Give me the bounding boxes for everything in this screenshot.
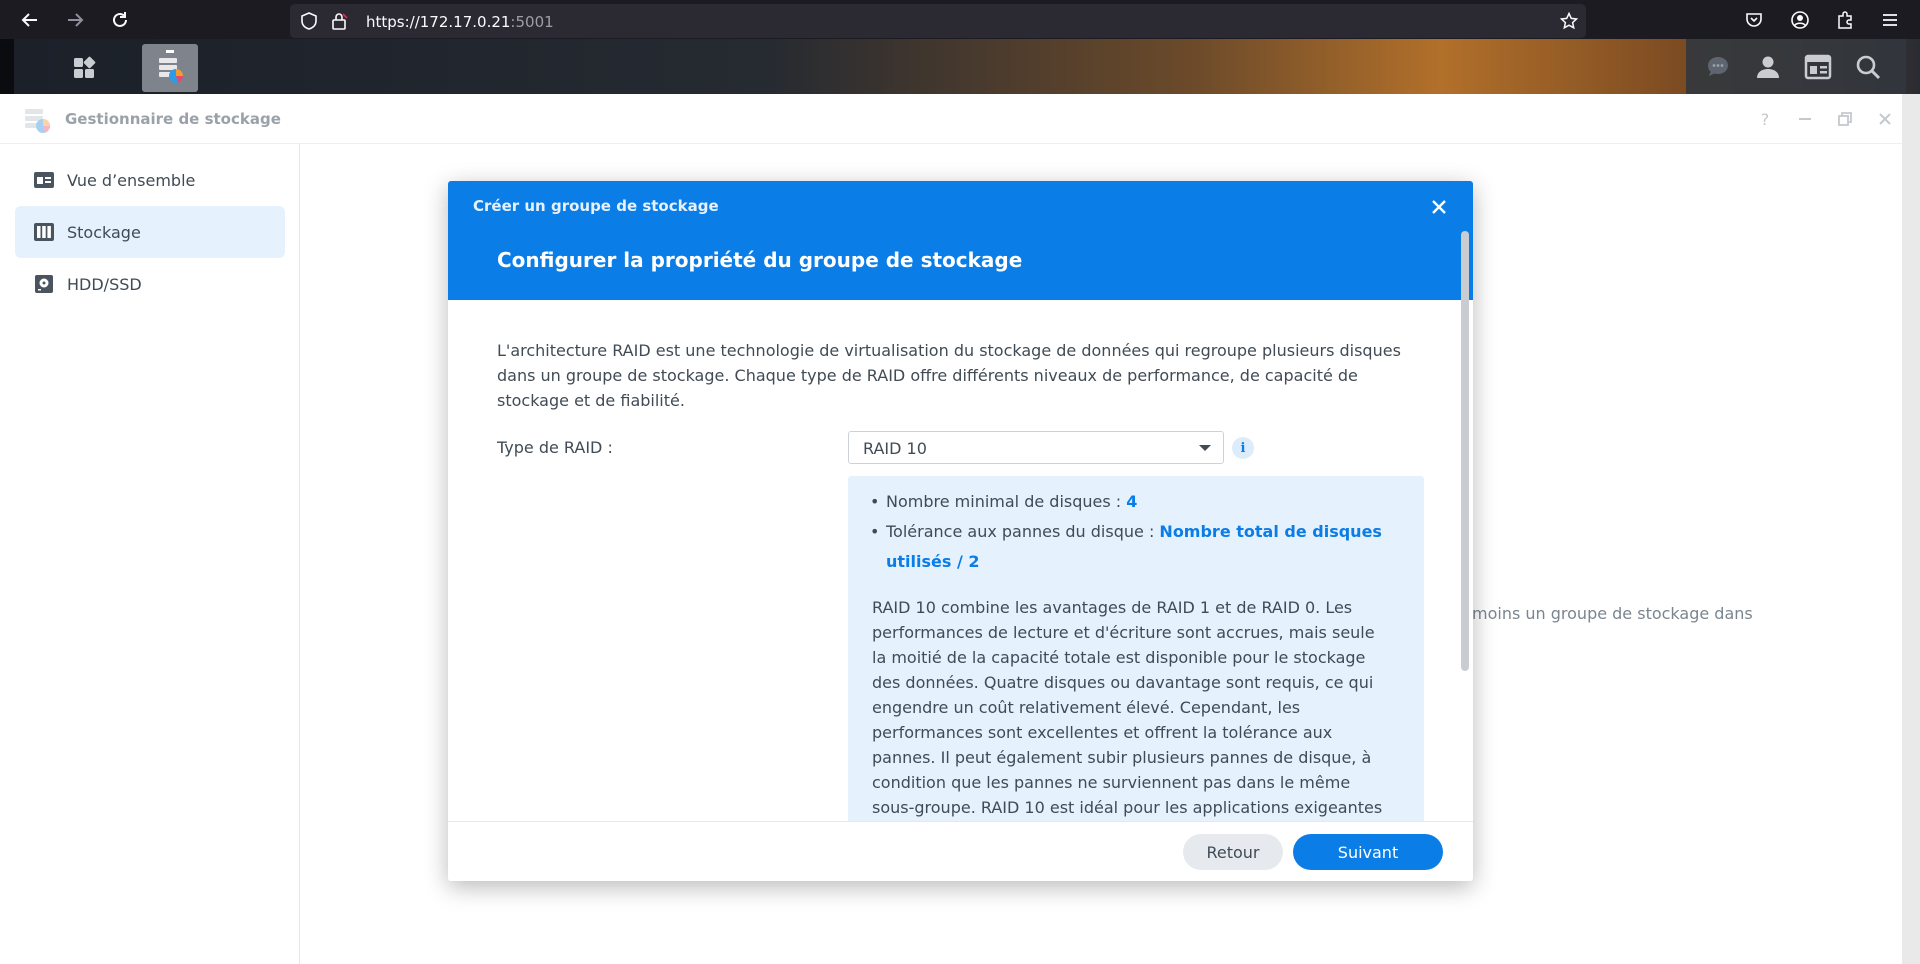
raid-type-select[interactable]: RAID 10	[848, 431, 1224, 464]
dialog-scrollbar[interactable]	[1461, 231, 1469, 671]
storage-manager-logo-icon	[22, 106, 54, 140]
min-disks-value: 4	[1126, 492, 1138, 511]
dialog-body: L'architecture RAID est une technologie …	[448, 300, 1473, 821]
raid-type-value: RAID 10	[863, 439, 927, 458]
taskbar-edge	[0, 39, 14, 94]
sidebar-item-label: Stockage	[67, 222, 141, 242]
intro-line: stockage et de fiabilité.	[497, 391, 685, 410]
dialog-footer: Retour Suivant	[448, 821, 1473, 881]
dialog-close-icon[interactable]	[1427, 195, 1451, 219]
desc-line: la moitié de la capacité totale est disp…	[872, 648, 1366, 667]
dialog-step-title: Configurer la propriété du groupe de sto…	[497, 248, 1023, 272]
info-icon[interactable]: i	[1232, 437, 1254, 459]
fault-tolerance-value-cont: utilisés / 2	[886, 552, 980, 571]
fault-tolerance-value: Nombre total de disques	[1159, 522, 1382, 541]
sidebar-item-label: HDD/SSD	[67, 274, 142, 294]
chat-icon[interactable]	[1698, 47, 1738, 87]
url-port: :5001	[510, 13, 554, 31]
shield-icon[interactable]	[300, 12, 318, 34]
dialog-header: Créer un groupe de stockage Configurer l…	[448, 181, 1473, 300]
restore-icon[interactable]	[1834, 108, 1856, 130]
intro-line: dans un groupe de stockage. Chaque type …	[497, 366, 1358, 385]
desc-line: sous-groupe. RAID 10 est idéal pour les …	[872, 798, 1383, 817]
account-icon[interactable]	[1786, 6, 1814, 34]
back-arrow-icon[interactable]	[16, 6, 44, 34]
sidebar: Vue d’ensemble Stockage HDD/SSD	[0, 144, 300, 964]
fault-tolerance-row: • Tolérance aux pannes du disque : Nombr…	[870, 517, 1382, 577]
bullet-icon: •	[870, 522, 880, 541]
pocket-icon[interactable]	[1740, 6, 1768, 34]
desc-line: performances de lecture et d'écriture so…	[872, 623, 1375, 642]
desc-line: performances sont excellentes et offrent…	[872, 723, 1333, 742]
intro-line: L'architecture RAID est une technologie …	[497, 341, 1401, 360]
desc-line: condition que les pannes ne surviennent …	[872, 773, 1351, 792]
disk-icon	[33, 273, 55, 295]
user-icon[interactable]	[1748, 47, 1788, 87]
raid-info-box: • Nombre minimal de disques : 4 • Toléra…	[848, 476, 1424, 821]
reload-icon[interactable]	[106, 6, 134, 34]
background-message: moins un groupe de stockage dans	[1472, 604, 1753, 623]
dsm-taskbar	[0, 39, 1920, 94]
sidebar-item-overview[interactable]: Vue d’ensemble	[15, 154, 285, 206]
bullet-icon: •	[870, 492, 880, 511]
desc-line: engendre un coût relativement élevé. Cep…	[872, 698, 1301, 717]
help-icon[interactable]: ?	[1754, 108, 1776, 130]
desc-line: pannes. Il peut également subir plusieur…	[872, 748, 1372, 767]
main-menu-icon[interactable]	[56, 44, 112, 92]
back-button[interactable]: Retour	[1183, 834, 1283, 870]
sidebar-item-hdd-ssd[interactable]: HDD/SSD	[15, 258, 285, 310]
app-titlebar: Gestionnaire de stockage ?	[0, 94, 1902, 144]
sidebar-item-storage[interactable]: Stockage	[15, 206, 285, 258]
url-text[interactable]: https://172.17.0.21:5001	[366, 13, 554, 31]
sidebar-item-label: Vue d’ensemble	[67, 170, 196, 190]
search-icon[interactable]	[1848, 47, 1888, 87]
close-icon[interactable]	[1874, 108, 1896, 130]
minimize-icon[interactable]	[1794, 108, 1816, 130]
raid-type-label: Type de RAID :	[497, 438, 613, 457]
extensions-icon[interactable]	[1831, 6, 1859, 34]
fault-tolerance-label: Tolérance aux pannes du disque :	[886, 522, 1155, 541]
lock-icon[interactable]	[330, 12, 348, 34]
menu-icon[interactable]	[1876, 6, 1904, 34]
dialog-wizard-title: Créer un groupe de stockage	[473, 197, 719, 215]
raid-intro-text: L'architecture RAID est une technologie …	[497, 338, 1427, 413]
browser-toolbar: https://172.17.0.21:5001	[0, 0, 1920, 39]
overview-icon	[33, 169, 55, 191]
storage-manager-app-icon[interactable]	[142, 44, 198, 92]
min-disks-label: Nombre minimal de disques :	[886, 492, 1122, 511]
min-disks-row: • Nombre minimal de disques : 4	[870, 487, 1137, 517]
chevron-down-icon	[1199, 445, 1211, 451]
taskbar-right-tray	[1686, 39, 1906, 94]
url-host: https://172.17.0.21	[366, 13, 511, 31]
desc-line: des données. Quatre disques ou davantage…	[872, 673, 1374, 692]
next-button[interactable]: Suivant	[1293, 834, 1443, 870]
star-icon[interactable]	[1559, 11, 1579, 34]
raid-description: RAID 10 combine les avantages de RAID 1 …	[872, 595, 1412, 820]
app-title: Gestionnaire de stockage	[65, 110, 281, 128]
storage-icon	[33, 221, 55, 243]
widgets-icon[interactable]	[1798, 47, 1838, 87]
desc-line: RAID 10 combine les avantages de RAID 1 …	[872, 598, 1353, 617]
forward-arrow-icon[interactable]	[61, 6, 89, 34]
url-bar[interactable]: https://172.17.0.21:5001	[290, 4, 1586, 38]
create-storage-pool-dialog: Créer un groupe de stockage Configurer l…	[448, 181, 1473, 881]
